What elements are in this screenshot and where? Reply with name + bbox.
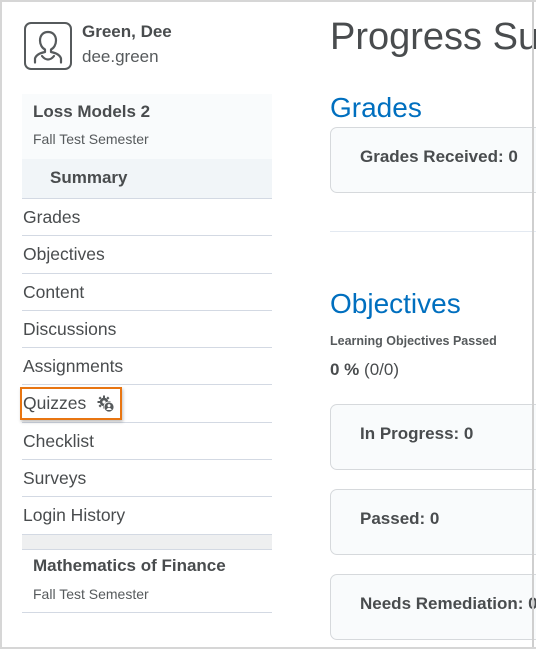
course-title: Loss Models 2 <box>33 102 151 121</box>
sidebar-item-checklist[interactable]: Checklist <box>22 423 272 461</box>
sidebar-item-label: Assignments <box>23 356 124 377</box>
user-name: Green, Dee <box>82 22 172 41</box>
needs-remediation-card[interactable]: Needs Remediation: 0 <box>330 574 536 640</box>
sidebar-item-content[interactable]: Content <box>22 274 272 311</box>
user-silhouette-icon <box>33 30 63 64</box>
in-progress-label: In Progress: 0 <box>360 424 474 443</box>
window-frame: Green, Dee dee.green Loss Models 2 Fall … <box>0 0 536 649</box>
main-content: Progress Summary Grades Grades Received:… <box>330 2 536 647</box>
sidebar-item-login-history[interactable]: Login History <box>22 497 272 535</box>
sidebar-item-label: Grades <box>23 207 81 227</box>
course-header-mathematics-of-finance[interactable]: Mathematics of Finance Fall Test Semeste… <box>22 550 272 613</box>
needs-remediation-label: Needs Remediation: 0 <box>360 594 536 613</box>
grades-received-label: Grades Received: 0 <box>360 147 518 166</box>
objectives-heading[interactable]: Objectives <box>330 288 461 320</box>
scroll-edge <box>532 2 534 647</box>
course-term: Fall Test Semester <box>33 586 149 602</box>
grades-received-card[interactable]: Grades Received: 0 <box>330 127 536 193</box>
objectives-fraction: (0/0) <box>364 360 399 379</box>
sidebar-item-label: Content <box>23 281 85 302</box>
sidebar-item-surveys[interactable]: Surveys <box>22 460 272 498</box>
in-progress-card[interactable]: In Progress: 0 <box>330 404 536 470</box>
objectives-passed-value: 0 % (0/0) <box>330 360 399 380</box>
sidebar-item-label: Discussions <box>23 318 117 339</box>
section-divider <box>330 231 536 232</box>
sidebar-item-label: Quizzes <box>23 393 87 414</box>
objectives-percent: 0 % <box>330 360 360 379</box>
user-profile: Green, Dee dee.green <box>24 22 274 72</box>
sidebar-item-summary[interactable]: Summary <box>22 159 272 199</box>
sidebar-item-discussions[interactable]: Discussions <box>22 311 272 349</box>
sidebar-item-label: Checklist <box>23 430 94 451</box>
sidebar-item-label: Objectives <box>23 244 105 265</box>
sidebar-item-grades[interactable]: Grades <box>22 199 272 237</box>
avatar <box>24 22 72 70</box>
passed-card[interactable]: Passed: 0 <box>330 489 536 555</box>
course-title: Mathematics of Finance <box>33 556 226 575</box>
sidebar-item-quizzes[interactable]: Quizzes <box>20 385 272 423</box>
grades-heading[interactable]: Grades <box>330 92 422 124</box>
passed-label: Passed: 0 <box>360 509 440 528</box>
sidebar-item-label: Login History <box>23 505 126 526</box>
gear-user-icon <box>97 395 115 413</box>
course-header-loss-models[interactable]: Loss Models 2 Fall Test Semester <box>22 94 272 159</box>
page-title: Progress Summary <box>330 16 536 58</box>
course-term: Fall Test Semester <box>33 131 149 147</box>
objectives-passed-label: Learning Objectives Passed <box>330 334 497 348</box>
username: dee.green <box>82 47 159 66</box>
sidebar-item-label: Surveys <box>23 468 87 489</box>
sidebar-item-label: Summary <box>50 168 128 187</box>
course-separator <box>22 535 272 550</box>
sidebar-nav: Grades Objectives Content Discussions As… <box>20 199 272 535</box>
sidebar-item-assignments[interactable]: Assignments <box>22 348 272 386</box>
sidebar-item-objectives[interactable]: Objectives <box>22 236 272 274</box>
